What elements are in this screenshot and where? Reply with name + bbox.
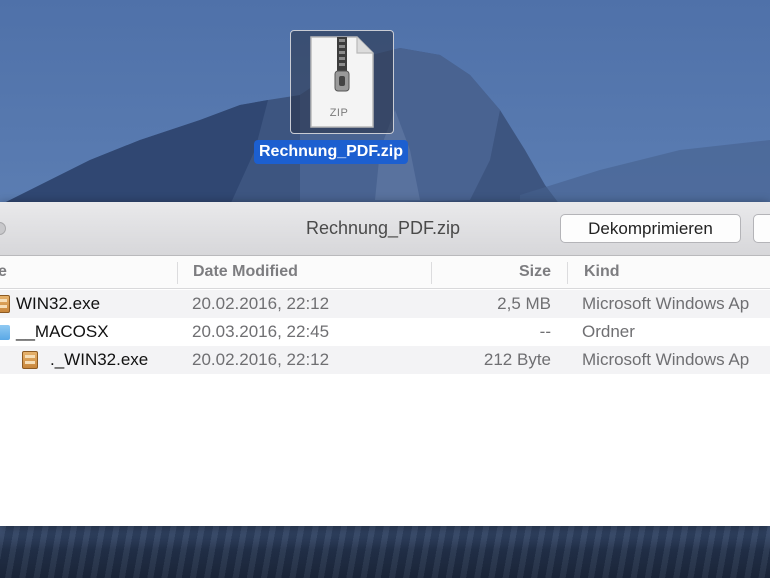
row-size: 212 Byte	[483, 350, 551, 369]
table-row[interactable]: WIN32.exe 20.02.2016, 22:12 2,5 MB Micro…	[0, 290, 770, 318]
column-header-size[interactable]: Size	[519, 256, 551, 288]
row-name: __MACOSX	[16, 322, 109, 341]
row-kind: Microsoft Windows Ap	[582, 294, 750, 313]
column-header-row: e Date Modified Size Kind	[0, 256, 770, 289]
column-header-kind[interactable]: Kind	[584, 256, 620, 288]
window-title: Rechnung_PDF.zip	[305, 218, 461, 238]
row-date: 20.02.2016, 22:12	[192, 294, 330, 313]
desktop-bottom-strip	[0, 526, 770, 578]
table-row[interactable]: ._WIN32.exe 20.02.2016, 22:12 212 Byte M…	[0, 346, 770, 374]
row-size: --	[539, 322, 551, 341]
zip-file-icon[interactable]: ZIP	[290, 30, 394, 134]
column-header-date-modified[interactable]: Date Modified	[193, 256, 298, 288]
column-divider	[567, 262, 568, 284]
folder-icon	[0, 325, 10, 340]
window-titlebar[interactable]: Rechnung_PDF.zip Dekomprimieren	[0, 202, 770, 256]
table-row[interactable]: __MACOSX 20.03.2016, 22:45 -- Ordner	[0, 318, 770, 346]
row-size: 2,5 MB	[497, 294, 551, 313]
window-zoom-button[interactable]	[0, 222, 6, 235]
row-kind: Microsoft Windows Ap	[582, 350, 750, 369]
column-header-name[interactable]: e	[0, 256, 7, 288]
row-name: WIN32.exe	[16, 294, 101, 313]
archive-window: Rechnung_PDF.zip Dekomprimieren e Date M…	[0, 202, 770, 526]
row-kind: Ordner	[582, 322, 635, 341]
exe-file-icon	[0, 295, 10, 313]
column-divider	[431, 262, 432, 284]
toolbar-button[interactable]	[753, 214, 770, 243]
desktop-file-name[interactable]: Rechnung_PDF.zip	[254, 140, 409, 164]
row-date: 20.02.2016, 22:12	[192, 350, 330, 369]
column-divider	[177, 262, 178, 284]
row-name: ._WIN32.exe	[50, 350, 149, 369]
decompress-button[interactable]: Dekomprimieren	[560, 214, 741, 243]
zip-icon-label: ZIP	[329, 107, 349, 119]
exe-file-icon	[22, 351, 38, 369]
row-date: 20.03.2016, 22:45	[192, 322, 330, 341]
